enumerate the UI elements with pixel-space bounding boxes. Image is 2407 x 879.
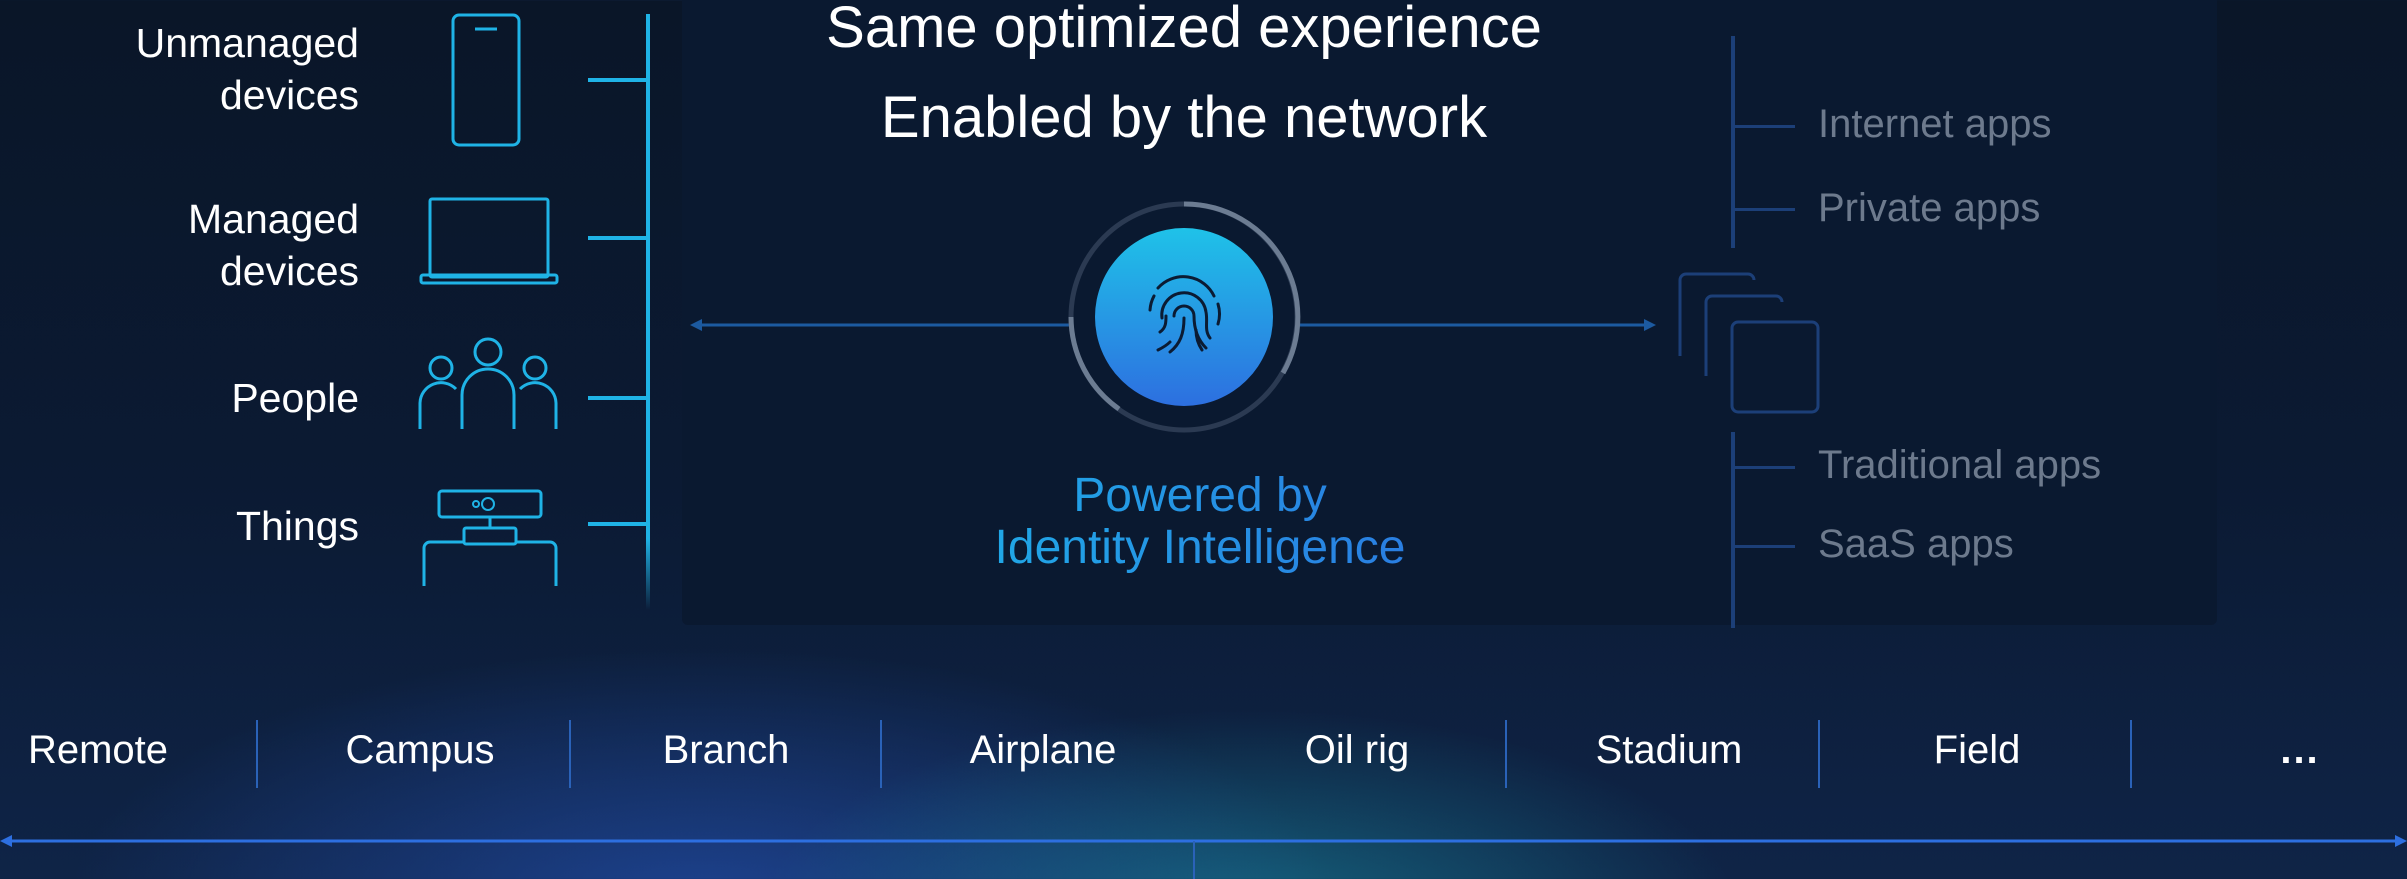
connector-people	[588, 396, 648, 400]
camera-device-icon	[422, 489, 558, 586]
smartphone-icon	[451, 13, 521, 147]
connector-managed	[588, 236, 648, 240]
app-label-saas: SaaS apps	[1818, 522, 2014, 566]
connector-things	[588, 522, 648, 526]
location-more: ...	[2280, 728, 2320, 772]
app-label-internet: Internet apps	[1818, 102, 2052, 146]
stacked-windows-icon	[1678, 272, 1820, 414]
location-remote: Remote	[27, 728, 169, 772]
location-stadium: Stadium	[1595, 728, 1743, 772]
endpoints-bus-line	[646, 14, 650, 610]
location-airplane: Airplane	[969, 728, 1117, 772]
laptop-icon	[419, 197, 559, 285]
location-field: Field	[1933, 728, 2021, 772]
identity-caption: Powered by Identity Intelligence	[840, 470, 1560, 574]
connector-private-apps	[1733, 208, 1795, 211]
connector-saas-apps	[1733, 545, 1795, 548]
caption-line-1: Powered by	[1073, 469, 1327, 522]
location-branch: Branch	[662, 728, 790, 772]
connector-internet-apps	[1733, 125, 1795, 128]
app-label-traditional: Traditional apps	[1818, 443, 2102, 487]
app-label-private: Private apps	[1818, 186, 2041, 230]
endpoint-label-unmanaged: Unmanaged devices	[135, 20, 359, 118]
endpoint-label-things: Things	[235, 503, 359, 549]
connector-traditional-apps	[1733, 466, 1795, 469]
apps-top-bus	[1731, 36, 1735, 248]
endpoint-label-managed: Managed devices	[188, 196, 359, 294]
location-campus: Campus	[345, 728, 495, 772]
locations-axis-arrow	[0, 835, 2407, 879]
location-divider	[256, 720, 258, 788]
location-divider	[1818, 720, 1820, 788]
connector-unmanaged	[588, 78, 648, 82]
title-line-1: Same optimized experience	[826, 0, 1542, 60]
location-oil-rig: Oil rig	[1304, 728, 1410, 772]
apps-bottom-bus	[1731, 432, 1735, 628]
fingerprint-icon	[1148, 275, 1221, 354]
endpoint-label-people: People	[231, 375, 359, 421]
people-group-icon	[418, 337, 558, 429]
caption-line-2: Identity Intelligence	[994, 521, 1406, 574]
location-divider	[1505, 720, 1507, 788]
location-divider	[880, 720, 882, 788]
location-divider	[2130, 720, 2132, 788]
location-divider	[569, 720, 571, 788]
title-line-2: Enabled by the network	[880, 85, 1488, 150]
